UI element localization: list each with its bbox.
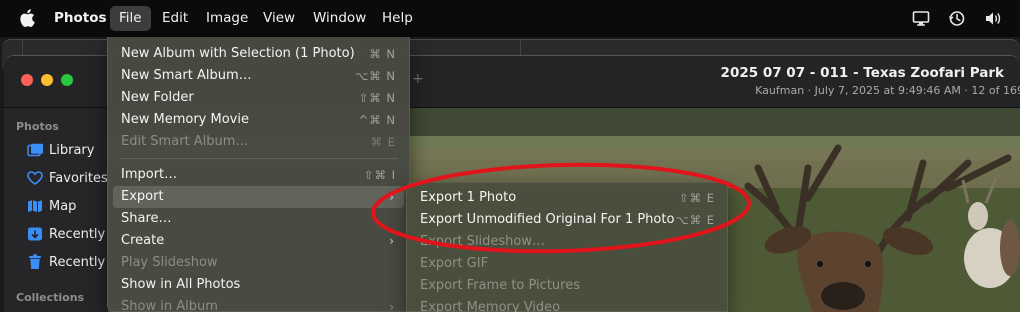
- shortcut-label: ⇧⌘ N: [358, 91, 396, 105]
- apple-logo-icon[interactable]: [19, 8, 35, 28]
- menu-edit[interactable]: Edit: [153, 6, 197, 31]
- menu-item-label: Export Frame to Pictures: [420, 278, 580, 293]
- sidebar-item-label: Favorites: [49, 170, 108, 186]
- menu-item-import[interactable]: Import… ⇧⌘ I: [113, 164, 404, 186]
- sidebar-item-label: Recently: [49, 226, 106, 242]
- sidebar: Photos Library Favorites Map Recently Re…: [4, 108, 108, 312]
- sidebar-item-recently-deleted[interactable]: Recently: [26, 252, 105, 272]
- menu-item-export-frame-to-pictures: Export Frame to Pictures: [412, 275, 723, 297]
- menu-item-label: Export Memory Video: [420, 300, 561, 312]
- menu-item-new-folder[interactable]: New Folder ⇧⌘ N: [113, 87, 404, 109]
- menu-item-export[interactable]: Export ›: [113, 186, 404, 208]
- trash-icon: [26, 254, 44, 270]
- map-icon: [26, 198, 44, 214]
- menu-window[interactable]: Window: [304, 6, 375, 31]
- history-icon[interactable]: [948, 10, 966, 27]
- file-menu: New Album with Selection (1 Photo) ⌘ N N…: [107, 37, 410, 312]
- menu-item-label: New Album with Selection (1 Photo): [121, 46, 355, 61]
- menu-item-new-smart-album[interactable]: New Smart Album… ⌥⌘ N: [113, 65, 404, 87]
- sidebar-section-photos: Photos: [16, 120, 59, 133]
- volume-icon[interactable]: [984, 10, 1002, 27]
- menu-item-show-in-all-photos[interactable]: Show in All Photos: [113, 274, 404, 296]
- photo-title: 2025 07 07 - 011 - Texas Zoofari Park: [720, 65, 1004, 81]
- menu-item-label: Import…: [121, 167, 178, 182]
- menu-item-label: New Smart Album…: [121, 68, 252, 83]
- add-icon[interactable]: +: [412, 71, 424, 87]
- sidebar-item-favorites[interactable]: Favorites: [26, 168, 108, 188]
- menu-item-new-memory-movie[interactable]: New Memory Movie ^⌘ N: [113, 109, 404, 131]
- menu-item-label: Export: [121, 189, 164, 204]
- recently-saved-icon: [26, 226, 44, 242]
- menu-item-new-album-with-selection[interactable]: New Album with Selection (1 Photo) ⌘ N: [113, 43, 404, 65]
- menu-item-label: New Memory Movie: [121, 112, 249, 127]
- menu-item-label: Play Slideshow: [121, 255, 218, 270]
- sidebar-item-label: Recently: [49, 254, 106, 270]
- menu-app-photos[interactable]: Photos: [45, 6, 116, 31]
- sidebar-section-collections: Collections: [16, 291, 85, 304]
- sidebar-item-label: Map: [49, 198, 77, 214]
- shortcut-label: ⌥⌘ N: [354, 69, 396, 83]
- menu-item-label: Export GIF: [420, 256, 489, 271]
- menu-item-play-slideshow: Play Slideshow: [113, 252, 404, 274]
- close-button[interactable]: [21, 74, 33, 86]
- sidebar-item-recently-saved[interactable]: Recently: [26, 224, 105, 244]
- zoom-button[interactable]: [61, 74, 73, 86]
- menu-separator: [121, 158, 398, 159]
- photo-subtitle: Kaufman · July 7, 2025 at 9:49:46 AM · 1…: [755, 84, 1020, 97]
- menu-file[interactable]: File: [110, 6, 151, 31]
- sidebar-item-label: Library: [49, 142, 95, 158]
- menu-image[interactable]: Image: [197, 6, 257, 31]
- sidebar-item-library[interactable]: Library: [26, 140, 94, 160]
- menu-item-edit-smart-album: Edit Smart Album… ⌘ E: [113, 131, 404, 153]
- heart-icon: [26, 170, 44, 186]
- display-icon[interactable]: [912, 10, 930, 27]
- menu-item-label: Edit Smart Album…: [121, 134, 249, 149]
- menu-help[interactable]: Help: [373, 6, 422, 31]
- shortcut-label: ⌘ E: [370, 135, 396, 149]
- menu-view[interactable]: View: [254, 6, 304, 31]
- sidebar-item-map[interactable]: Map: [26, 196, 76, 216]
- highlight-annotation: [371, 162, 751, 254]
- menu-item-label: New Folder: [121, 90, 194, 105]
- menu-item-show-in-album: Show in Album ›: [113, 296, 404, 312]
- menu-item-label: Show in Album: [121, 299, 218, 312]
- menu-item-export-memory-video: Export Memory Video: [412, 297, 723, 312]
- shortcut-label: ^⌘ N: [358, 113, 396, 127]
- menu-item-label: Share…: [121, 211, 172, 226]
- menu-item-create[interactable]: Create ›: [113, 230, 404, 252]
- library-icon: [26, 142, 44, 158]
- chevron-right-icon: ›: [389, 300, 394, 312]
- menu-bar: Photos File Edit Image View Window Help: [0, 0, 1020, 37]
- menu-item-label: Show in All Photos: [121, 277, 241, 292]
- shortcut-label: ⌘ N: [369, 47, 396, 61]
- minimize-button[interactable]: [41, 74, 53, 86]
- menu-item-share[interactable]: Share…: [113, 208, 404, 230]
- menu-item-export-gif: Export GIF: [412, 253, 723, 275]
- menu-item-label: Create: [121, 233, 165, 248]
